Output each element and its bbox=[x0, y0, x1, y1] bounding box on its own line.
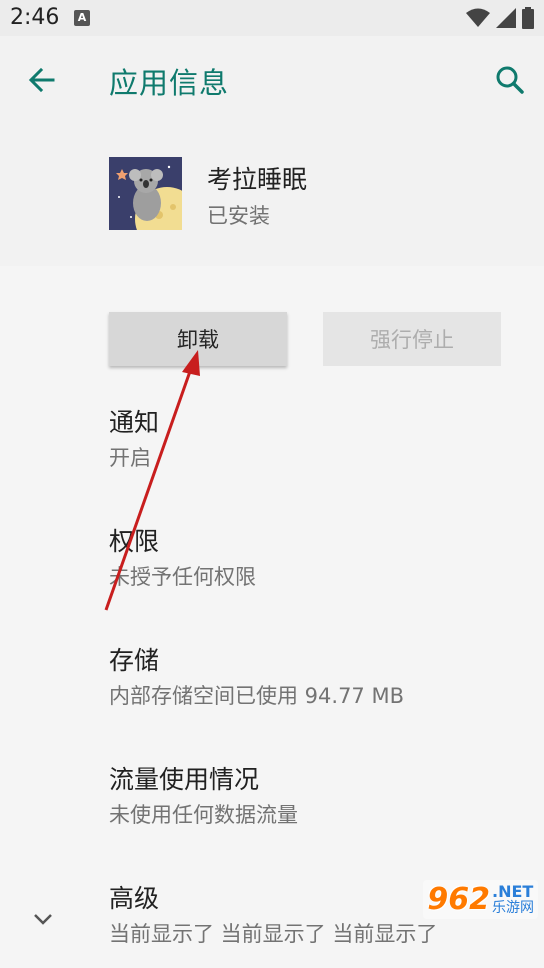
app-header: 考拉睡眠 已安装 bbox=[0, 124, 544, 266]
watermark-number: 962 bbox=[427, 882, 490, 917]
force-stop-button[interactable]: 强行停止 bbox=[323, 312, 501, 366]
settings-item-storage[interactable]: 存储 内部存储空间已使用 94.77 MB bbox=[109, 644, 529, 711]
settings-item-subtitle: 内部存储空间已使用 94.77 MB bbox=[109, 684, 404, 708]
notification-badge-icon: A bbox=[74, 10, 90, 26]
settings-item-subtitle: 当前显示了 当前显示了 当前显示了 bbox=[109, 922, 438, 946]
uninstall-button[interactable]: 卸载 bbox=[109, 312, 287, 366]
app-bar: 应用信息 bbox=[0, 36, 544, 124]
status-bar: 2:46 A bbox=[0, 0, 544, 36]
status-time: 2:46 bbox=[10, 5, 60, 30]
watermark-logo: 962 .NET 乐游网 bbox=[423, 880, 538, 919]
wifi-icon bbox=[466, 8, 490, 27]
page-title: 应用信息 bbox=[109, 66, 230, 100]
search-button[interactable] bbox=[490, 60, 530, 100]
settings-item-subtitle: 未授予任何权限 bbox=[109, 565, 256, 589]
settings-item-subtitle: 开启 bbox=[109, 446, 151, 470]
cell-signal-icon bbox=[496, 8, 516, 28]
watermark-cn: 乐游网 bbox=[492, 899, 534, 916]
settings-item-title: 通知 bbox=[109, 408, 160, 437]
search-icon bbox=[496, 66, 524, 94]
status-icons bbox=[466, 7, 534, 29]
app-install-status: 已安装 bbox=[207, 204, 270, 228]
back-button[interactable] bbox=[22, 60, 62, 100]
settings-content: 卸载 强行停止 通知 开启 权限 未授予任何权限 存储 内部存储空间已使用 94… bbox=[0, 266, 544, 968]
arrow-back-icon bbox=[28, 67, 55, 93]
watermark-domain: .NET bbox=[492, 881, 534, 901]
battery-icon bbox=[522, 7, 534, 29]
settings-item-permissions[interactable]: 权限 未授予任何权限 bbox=[109, 525, 529, 592]
settings-item-subtitle: 未使用任何数据流量 bbox=[109, 803, 298, 827]
settings-item-data-usage[interactable]: 流量使用情况 未使用任何数据流量 bbox=[109, 763, 529, 830]
settings-item-title: 流量使用情况 bbox=[109, 765, 260, 794]
settings-item-title: 存储 bbox=[109, 646, 160, 675]
settings-item-notifications[interactable]: 通知 开启 bbox=[109, 406, 529, 473]
settings-item-title: 权限 bbox=[109, 527, 160, 556]
chevron-down-icon[interactable] bbox=[28, 904, 58, 934]
app-icon bbox=[109, 157, 182, 230]
app-name: 考拉睡眠 bbox=[207, 165, 308, 194]
koala-app-icon bbox=[109, 157, 182, 230]
